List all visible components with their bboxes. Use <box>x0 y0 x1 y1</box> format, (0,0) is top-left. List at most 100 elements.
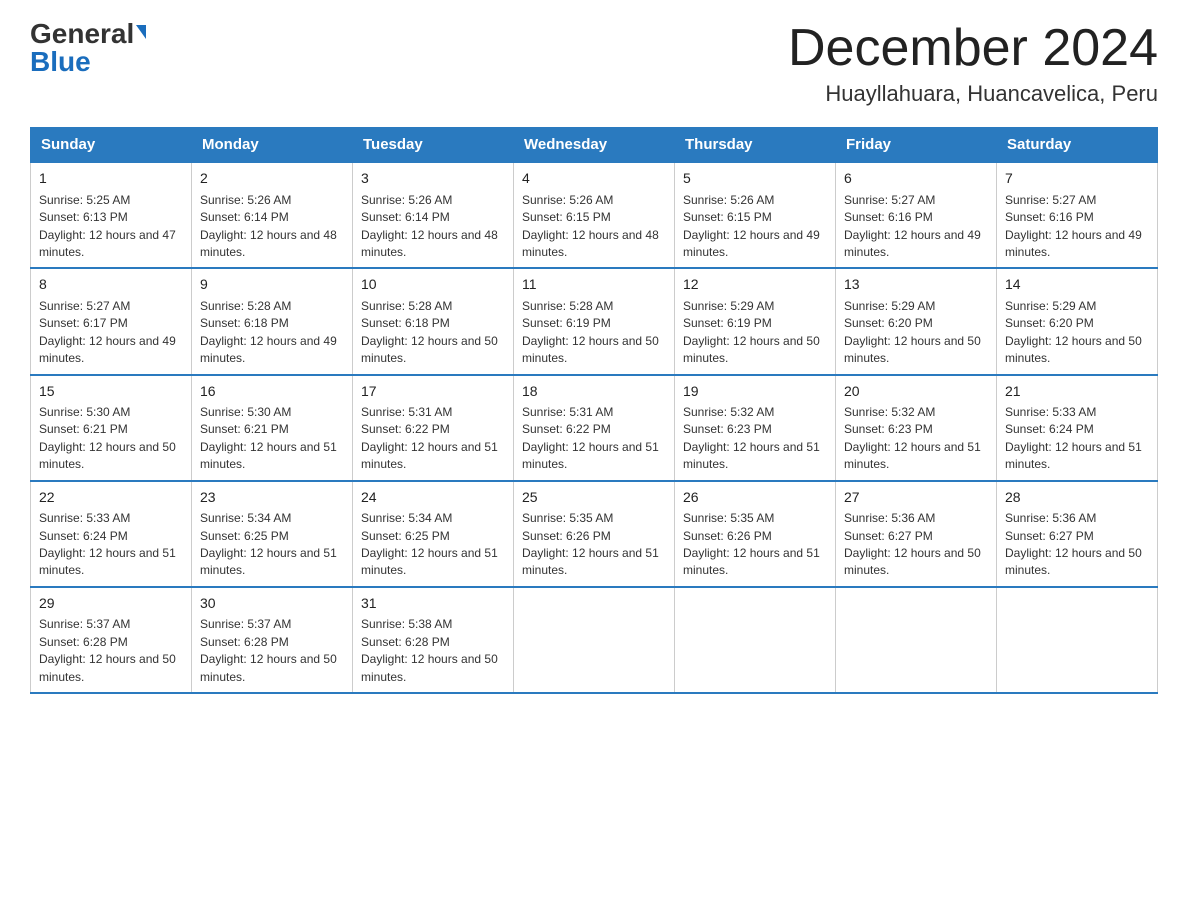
header-friday: Friday <box>836 128 997 163</box>
week-row-1: 1 Sunrise: 5:25 AM Sunset: 6:13 PM Dayli… <box>31 162 1158 268</box>
day-number: 14 <box>1005 275 1149 295</box>
day-number: 18 <box>522 382 666 402</box>
calendar-cell: 20 Sunrise: 5:32 AM Sunset: 6:23 PM Dayl… <box>836 375 997 481</box>
day-number: 28 <box>1005 488 1149 508</box>
day-number: 29 <box>39 594 183 614</box>
day-number: 31 <box>361 594 505 614</box>
day-number: 26 <box>683 488 827 508</box>
day-number: 5 <box>683 169 827 189</box>
day-number: 27 <box>844 488 988 508</box>
logo-general-text: General <box>30 20 134 48</box>
calendar-cell: 23 Sunrise: 5:34 AM Sunset: 6:25 PM Dayl… <box>192 481 353 587</box>
day-info: Sunrise: 5:26 AM Sunset: 6:15 PM Dayligh… <box>522 192 666 262</box>
week-row-2: 8 Sunrise: 5:27 AM Sunset: 6:17 PM Dayli… <box>31 268 1158 374</box>
calendar-cell: 29 Sunrise: 5:37 AM Sunset: 6:28 PM Dayl… <box>31 587 192 693</box>
header-wednesday: Wednesday <box>514 128 675 163</box>
calendar-cell: 18 Sunrise: 5:31 AM Sunset: 6:22 PM Dayl… <box>514 375 675 481</box>
day-info: Sunrise: 5:27 AM Sunset: 6:16 PM Dayligh… <box>1005 192 1149 262</box>
header-saturday: Saturday <box>997 128 1158 163</box>
day-number: 9 <box>200 275 344 295</box>
calendar-cell: 14 Sunrise: 5:29 AM Sunset: 6:20 PM Dayl… <box>997 268 1158 374</box>
logo: General Blue <box>30 20 146 76</box>
calendar-header-row: SundayMondayTuesdayWednesdayThursdayFrid… <box>31 128 1158 163</box>
calendar-cell: 30 Sunrise: 5:37 AM Sunset: 6:28 PM Dayl… <box>192 587 353 693</box>
day-number: 1 <box>39 169 183 189</box>
header-monday: Monday <box>192 128 353 163</box>
day-info: Sunrise: 5:38 AM Sunset: 6:28 PM Dayligh… <box>361 616 505 686</box>
calendar-cell: 15 Sunrise: 5:30 AM Sunset: 6:21 PM Dayl… <box>31 375 192 481</box>
calendar-cell: 9 Sunrise: 5:28 AM Sunset: 6:18 PM Dayli… <box>192 268 353 374</box>
calendar-cell: 28 Sunrise: 5:36 AM Sunset: 6:27 PM Dayl… <box>997 481 1158 587</box>
day-number: 24 <box>361 488 505 508</box>
day-number: 23 <box>200 488 344 508</box>
day-info: Sunrise: 5:36 AM Sunset: 6:27 PM Dayligh… <box>844 510 988 580</box>
day-number: 13 <box>844 275 988 295</box>
day-number: 30 <box>200 594 344 614</box>
day-info: Sunrise: 5:34 AM Sunset: 6:25 PM Dayligh… <box>361 510 505 580</box>
day-number: 10 <box>361 275 505 295</box>
header-tuesday: Tuesday <box>353 128 514 163</box>
day-info: Sunrise: 5:31 AM Sunset: 6:22 PM Dayligh… <box>522 404 666 474</box>
day-info: Sunrise: 5:32 AM Sunset: 6:23 PM Dayligh… <box>844 404 988 474</box>
header-sunday: Sunday <box>31 128 192 163</box>
day-number: 7 <box>1005 169 1149 189</box>
day-info: Sunrise: 5:34 AM Sunset: 6:25 PM Dayligh… <box>200 510 344 580</box>
calendar-cell: 3 Sunrise: 5:26 AM Sunset: 6:14 PM Dayli… <box>353 162 514 268</box>
week-row-3: 15 Sunrise: 5:30 AM Sunset: 6:21 PM Dayl… <box>31 375 1158 481</box>
calendar-cell: 4 Sunrise: 5:26 AM Sunset: 6:15 PM Dayli… <box>514 162 675 268</box>
day-number: 15 <box>39 382 183 402</box>
week-row-5: 29 Sunrise: 5:37 AM Sunset: 6:28 PM Dayl… <box>31 587 1158 693</box>
day-number: 16 <box>200 382 344 402</box>
day-info: Sunrise: 5:28 AM Sunset: 6:19 PM Dayligh… <box>522 298 666 368</box>
calendar-cell: 24 Sunrise: 5:34 AM Sunset: 6:25 PM Dayl… <box>353 481 514 587</box>
calendar-cell: 5 Sunrise: 5:26 AM Sunset: 6:15 PM Dayli… <box>675 162 836 268</box>
calendar-cell: 16 Sunrise: 5:30 AM Sunset: 6:21 PM Dayl… <box>192 375 353 481</box>
day-info: Sunrise: 5:32 AM Sunset: 6:23 PM Dayligh… <box>683 404 827 474</box>
day-number: 25 <box>522 488 666 508</box>
day-info: Sunrise: 5:29 AM Sunset: 6:19 PM Dayligh… <box>683 298 827 368</box>
day-number: 6 <box>844 169 988 189</box>
calendar-cell: 13 Sunrise: 5:29 AM Sunset: 6:20 PM Dayl… <box>836 268 997 374</box>
day-info: Sunrise: 5:30 AM Sunset: 6:21 PM Dayligh… <box>200 404 344 474</box>
calendar-cell: 25 Sunrise: 5:35 AM Sunset: 6:26 PM Dayl… <box>514 481 675 587</box>
title-area: December 2024 Huayllahuara, Huancavelica… <box>788 20 1158 107</box>
day-info: Sunrise: 5:31 AM Sunset: 6:22 PM Dayligh… <box>361 404 505 474</box>
calendar-cell: 27 Sunrise: 5:36 AM Sunset: 6:27 PM Dayl… <box>836 481 997 587</box>
calendar-cell: 1 Sunrise: 5:25 AM Sunset: 6:13 PM Dayli… <box>31 162 192 268</box>
day-info: Sunrise: 5:28 AM Sunset: 6:18 PM Dayligh… <box>200 298 344 368</box>
day-number: 4 <box>522 169 666 189</box>
calendar-cell: 21 Sunrise: 5:33 AM Sunset: 6:24 PM Dayl… <box>997 375 1158 481</box>
calendar-cell: 6 Sunrise: 5:27 AM Sunset: 6:16 PM Dayli… <box>836 162 997 268</box>
day-info: Sunrise: 5:25 AM Sunset: 6:13 PM Dayligh… <box>39 192 183 262</box>
calendar-cell <box>514 587 675 693</box>
header: General Blue December 2024 Huayllahuara,… <box>30 20 1158 107</box>
day-number: 19 <box>683 382 827 402</box>
calendar-cell: 31 Sunrise: 5:38 AM Sunset: 6:28 PM Dayl… <box>353 587 514 693</box>
day-info: Sunrise: 5:27 AM Sunset: 6:16 PM Dayligh… <box>844 192 988 262</box>
day-number: 17 <box>361 382 505 402</box>
day-info: Sunrise: 5:35 AM Sunset: 6:26 PM Dayligh… <box>683 510 827 580</box>
calendar-table: SundayMondayTuesdayWednesdayThursdayFrid… <box>30 127 1158 694</box>
day-number: 12 <box>683 275 827 295</box>
calendar-cell <box>997 587 1158 693</box>
day-info: Sunrise: 5:26 AM Sunset: 6:14 PM Dayligh… <box>200 192 344 262</box>
header-thursday: Thursday <box>675 128 836 163</box>
calendar-cell: 19 Sunrise: 5:32 AM Sunset: 6:23 PM Dayl… <box>675 375 836 481</box>
calendar-cell: 26 Sunrise: 5:35 AM Sunset: 6:26 PM Dayl… <box>675 481 836 587</box>
day-info: Sunrise: 5:33 AM Sunset: 6:24 PM Dayligh… <box>1005 404 1149 474</box>
day-info: Sunrise: 5:30 AM Sunset: 6:21 PM Dayligh… <box>39 404 183 474</box>
day-info: Sunrise: 5:35 AM Sunset: 6:26 PM Dayligh… <box>522 510 666 580</box>
logo-triangle-icon <box>136 25 146 39</box>
calendar-cell: 10 Sunrise: 5:28 AM Sunset: 6:18 PM Dayl… <box>353 268 514 374</box>
day-number: 20 <box>844 382 988 402</box>
day-info: Sunrise: 5:33 AM Sunset: 6:24 PM Dayligh… <box>39 510 183 580</box>
calendar-cell: 17 Sunrise: 5:31 AM Sunset: 6:22 PM Dayl… <box>353 375 514 481</box>
day-info: Sunrise: 5:36 AM Sunset: 6:27 PM Dayligh… <box>1005 510 1149 580</box>
calendar-cell <box>675 587 836 693</box>
day-info: Sunrise: 5:27 AM Sunset: 6:17 PM Dayligh… <box>39 298 183 368</box>
logo-blue-text: Blue <box>30 48 91 76</box>
day-info: Sunrise: 5:37 AM Sunset: 6:28 PM Dayligh… <box>39 616 183 686</box>
day-info: Sunrise: 5:28 AM Sunset: 6:18 PM Dayligh… <box>361 298 505 368</box>
day-number: 11 <box>522 275 666 295</box>
week-row-4: 22 Sunrise: 5:33 AM Sunset: 6:24 PM Dayl… <box>31 481 1158 587</box>
